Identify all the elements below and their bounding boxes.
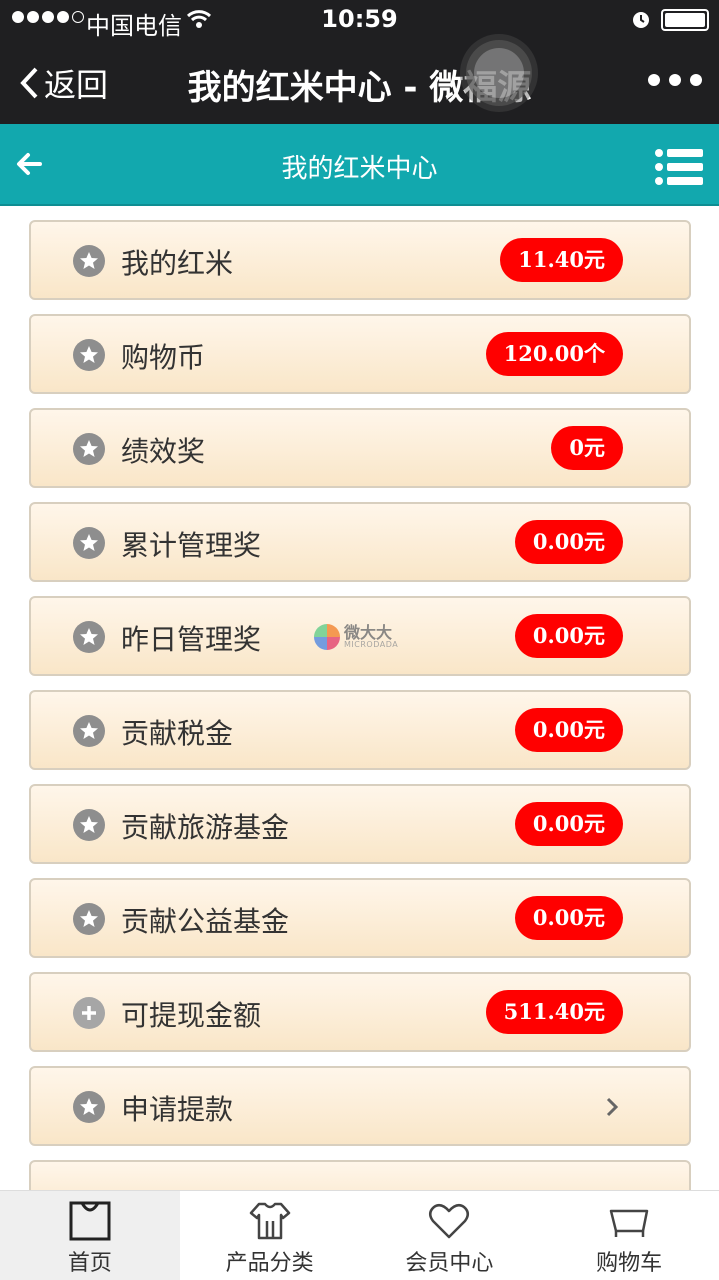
plus-icon bbox=[73, 997, 105, 1029]
star-icon bbox=[73, 1091, 105, 1123]
star-icon bbox=[73, 809, 105, 841]
watermark-logo: 微大大 MICRODADA bbox=[314, 624, 398, 650]
list-item-charity-fund[interactable]: 贡献公益基金 0.00元 bbox=[29, 878, 691, 958]
value-badge: 0.00元 bbox=[514, 614, 623, 658]
tab-label: 首页 bbox=[67, 1251, 112, 1276]
status-bar: 中国电信 10:59 bbox=[0, 0, 719, 40]
star-icon bbox=[73, 527, 105, 559]
list-item-label: 购物币 bbox=[121, 341, 206, 374]
value-badge: 11.40元 bbox=[500, 238, 623, 282]
list-item-label: 贡献税金 bbox=[121, 717, 234, 750]
tab-cart[interactable]: 购物车 bbox=[539, 1191, 719, 1280]
cart-icon bbox=[609, 1209, 649, 1237]
bag-icon bbox=[69, 1201, 111, 1241]
list-item-label: 我的红米 bbox=[121, 247, 234, 280]
list-item-contributed-tax[interactable]: 贡献税金 0.00元 bbox=[29, 690, 691, 770]
star-icon bbox=[73, 433, 105, 465]
value-badge: 0.00元 bbox=[514, 802, 623, 846]
star-icon bbox=[73, 245, 105, 277]
list-item-partial[interactable] bbox=[29, 1160, 691, 1190]
list-item-withdrawable-amount[interactable]: 可提现金额 511.40元 bbox=[29, 972, 691, 1052]
menu-list-icon[interactable] bbox=[654, 148, 704, 186]
star-icon bbox=[73, 339, 105, 371]
page-title: 我的红米中心 - 微福源 bbox=[187, 68, 532, 108]
star-icon bbox=[73, 903, 105, 935]
list-item-label: 贡献公益基金 bbox=[121, 905, 290, 938]
list-item-cumulative-management-bonus[interactable]: 累计管理奖 0.00元 bbox=[29, 502, 691, 582]
bottom-tab-bar: 首页 产品分类 会员中心 购物车 bbox=[0, 1190, 719, 1280]
tab-home[interactable]: 首页 bbox=[0, 1191, 180, 1280]
star-icon bbox=[73, 715, 105, 747]
more-options-button[interactable] bbox=[648, 74, 702, 86]
tab-label: 购物车 bbox=[596, 1251, 663, 1276]
content-area: 我的红米 11.40元 购物币 120.00个 绩效奖 0元 累计管理奖 0.0… bbox=[0, 206, 719, 1190]
list-item-performance-bonus[interactable]: 绩效奖 0元 bbox=[29, 408, 691, 488]
tab-label: 产品分类 bbox=[225, 1251, 314, 1276]
list-item-label: 累计管理奖 bbox=[121, 529, 262, 562]
section-header: 我的红米中心 bbox=[0, 124, 719, 206]
value-badge: 0元 bbox=[551, 426, 623, 470]
value-badge: 120.00个 bbox=[485, 332, 623, 376]
alarm-icon bbox=[630, 8, 652, 36]
list-item-label: 昨日管理奖 bbox=[121, 623, 262, 656]
list-item-shopping-coins[interactable]: 购物币 120.00个 bbox=[29, 314, 691, 394]
list-item-my-hongmi[interactable]: 我的红米 11.40元 bbox=[29, 220, 691, 300]
tab-categories[interactable]: 产品分类 bbox=[180, 1191, 360, 1280]
section-title: 我的红米中心 bbox=[281, 154, 438, 184]
microdada-logo-icon bbox=[314, 624, 340, 650]
chevron-right-icon bbox=[605, 1096, 619, 1122]
list-item-apply-withdrawal[interactable]: 申请提款 bbox=[29, 1066, 691, 1146]
tab-label: 会员中心 bbox=[405, 1251, 494, 1276]
webview-nav-bar: 返回 我的红米中心 - 微福源 bbox=[0, 40, 719, 124]
list-item-label: 可提现金额 bbox=[121, 999, 262, 1032]
heart-icon bbox=[429, 1203, 470, 1239]
tab-member-center[interactable]: 会员中心 bbox=[360, 1191, 540, 1280]
value-badge: 0.00元 bbox=[514, 896, 623, 940]
star-icon bbox=[73, 621, 105, 653]
shirt-icon bbox=[249, 1202, 290, 1240]
list-item-label: 绩效奖 bbox=[121, 435, 206, 468]
status-time: 10:59 bbox=[321, 5, 398, 33]
floating-assistive-button[interactable] bbox=[466, 40, 532, 106]
battery-icon bbox=[661, 9, 709, 31]
value-badge: 511.40元 bbox=[485, 990, 623, 1034]
account-list: 我的红米 11.40元 购物币 120.00个 绩效奖 0元 累计管理奖 0.0… bbox=[29, 220, 691, 1190]
list-item-label: 贡献旅游基金 bbox=[121, 811, 290, 844]
list-item-label: 申请提款 bbox=[121, 1093, 234, 1126]
list-item-travel-fund[interactable]: 贡献旅游基金 0.00元 bbox=[29, 784, 691, 864]
value-badge: 0.00元 bbox=[514, 520, 623, 564]
value-badge: 0.00元 bbox=[514, 708, 623, 752]
